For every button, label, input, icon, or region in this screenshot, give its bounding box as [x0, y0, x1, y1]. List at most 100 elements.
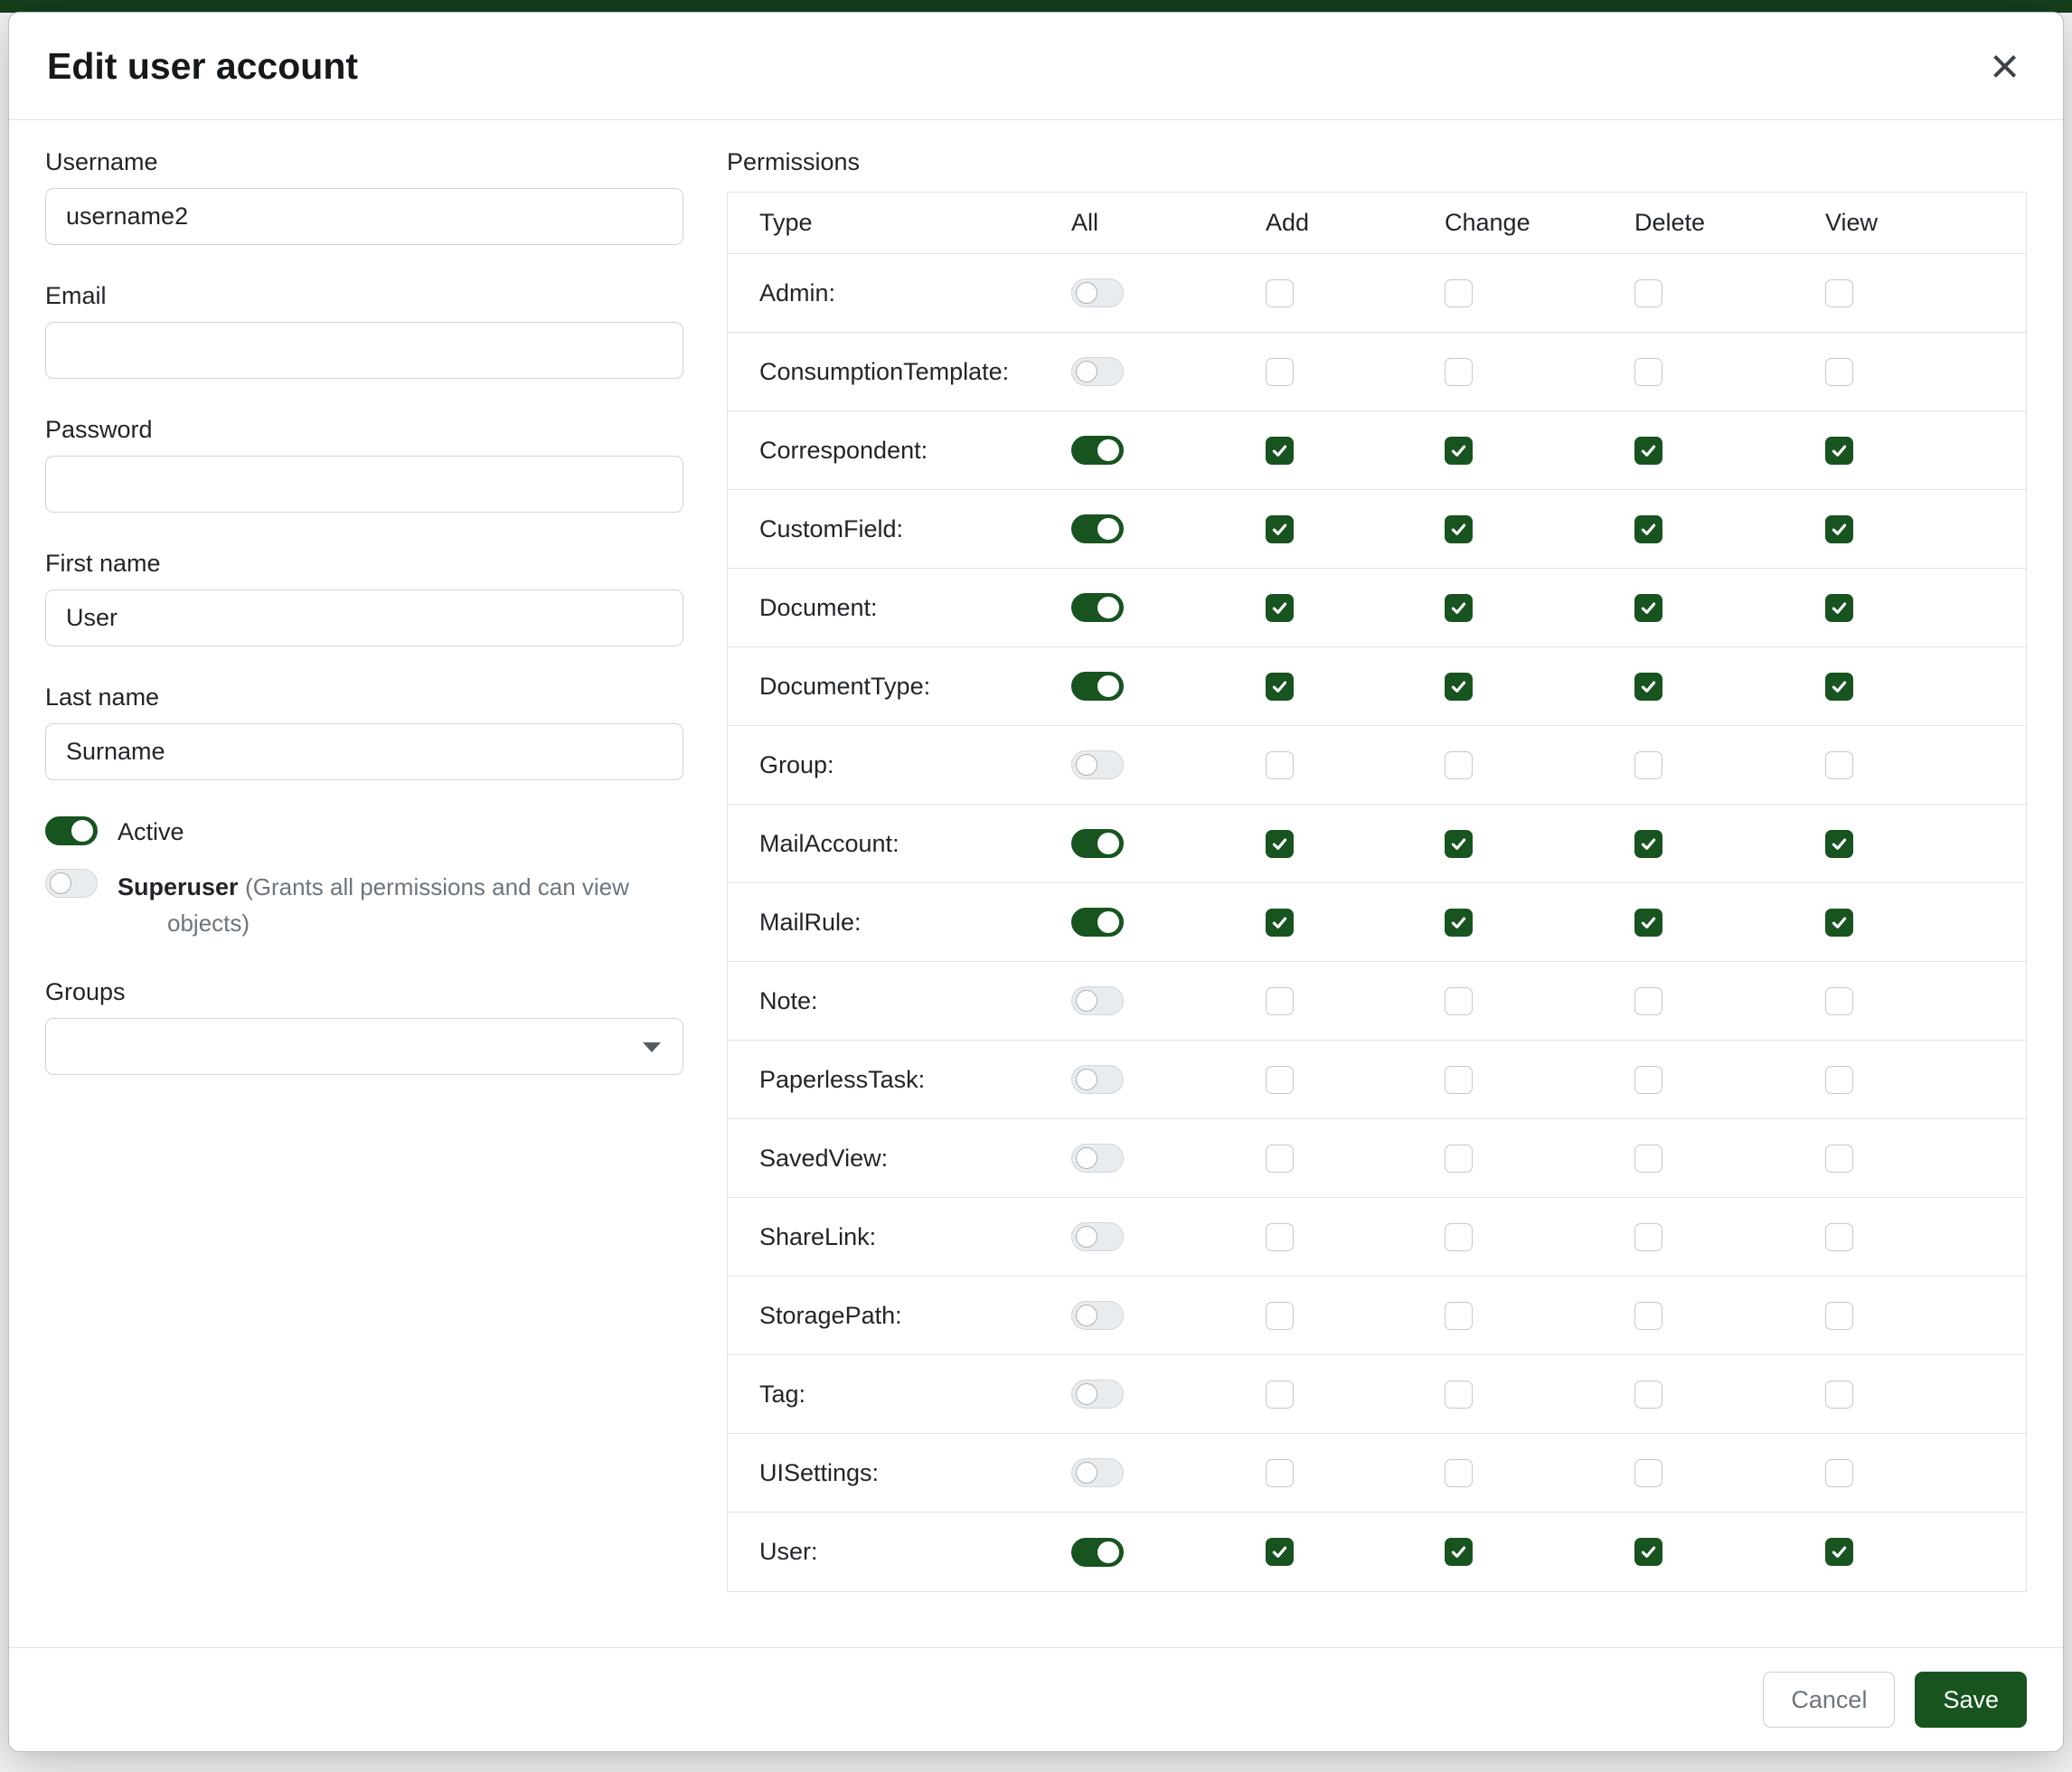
permission-view-checkbox[interactable] — [1825, 1223, 1853, 1251]
permission-delete-checkbox[interactable] — [1634, 1066, 1662, 1094]
permission-change-checkbox[interactable] — [1445, 909, 1473, 937]
permission-all-toggle[interactable] — [1071, 1144, 1124, 1173]
superuser-toggle[interactable] — [45, 869, 98, 898]
permission-all-toggle[interactable] — [1071, 278, 1124, 307]
permission-view-checkbox[interactable] — [1825, 1459, 1853, 1487]
permission-view-checkbox[interactable] — [1825, 1538, 1853, 1566]
save-button[interactable]: Save — [1915, 1672, 2027, 1728]
permission-delete-checkbox[interactable] — [1634, 594, 1662, 622]
permission-change-checkbox[interactable] — [1445, 358, 1473, 386]
permission-all-toggle[interactable] — [1071, 986, 1124, 1015]
permission-add-checkbox[interactable] — [1266, 279, 1294, 307]
email-input[interactable] — [45, 322, 683, 379]
permission-add-checkbox[interactable] — [1266, 515, 1294, 543]
password-input[interactable] — [45, 456, 683, 513]
permission-all-toggle[interactable] — [1071, 593, 1124, 622]
permission-change-checkbox[interactable] — [1445, 1066, 1473, 1094]
permission-add-checkbox[interactable] — [1266, 673, 1294, 701]
permission-add-checkbox[interactable] — [1266, 358, 1294, 386]
permission-all-toggle[interactable] — [1071, 1538, 1124, 1567]
permission-all-toggle[interactable] — [1071, 1065, 1124, 1094]
permission-add-checkbox[interactable] — [1266, 1223, 1294, 1251]
permission-change-checkbox[interactable] — [1445, 279, 1473, 307]
permission-view-checkbox[interactable] — [1825, 909, 1853, 937]
active-toggle[interactable] — [45, 816, 98, 845]
groups-select[interactable] — [45, 1018, 683, 1075]
permission-view-checkbox[interactable] — [1825, 1302, 1853, 1330]
check-icon — [1270, 834, 1289, 853]
permission-delete-checkbox[interactable] — [1634, 515, 1662, 543]
first-name-input[interactable] — [45, 589, 683, 646]
permission-all-toggle[interactable] — [1071, 672, 1124, 701]
cancel-button[interactable]: Cancel — [1763, 1672, 1895, 1728]
permission-change-checkbox[interactable] — [1445, 1145, 1473, 1173]
permission-delete-checkbox[interactable] — [1634, 830, 1662, 858]
permission-view-checkbox[interactable] — [1825, 830, 1853, 858]
permission-change-checkbox[interactable] — [1445, 1302, 1473, 1330]
permission-view-checkbox[interactable] — [1825, 437, 1853, 465]
permission-delete-checkbox[interactable] — [1634, 1223, 1662, 1251]
permission-add-checkbox[interactable] — [1266, 1459, 1294, 1487]
permission-view-checkbox[interactable] — [1825, 515, 1853, 543]
permission-view-checkbox[interactable] — [1825, 1145, 1853, 1173]
permission-all-toggle[interactable] — [1071, 1222, 1124, 1251]
permission-change-checkbox[interactable] — [1445, 751, 1473, 779]
permission-change-checkbox[interactable] — [1445, 1459, 1473, 1487]
toggle-knob — [50, 872, 71, 894]
last-name-input[interactable] — [45, 723, 683, 780]
permission-add-checkbox[interactable] — [1266, 1302, 1294, 1330]
permission-all-toggle[interactable] — [1071, 829, 1124, 858]
username-input[interactable] — [45, 188, 683, 245]
permission-add-checkbox[interactable] — [1266, 1066, 1294, 1094]
permission-change-checkbox[interactable] — [1445, 515, 1473, 543]
permission-all-toggle[interactable] — [1071, 750, 1124, 779]
permission-view-checkbox[interactable] — [1825, 358, 1853, 386]
permission-delete-checkbox[interactable] — [1634, 279, 1662, 307]
permission-add-checkbox[interactable] — [1266, 1381, 1294, 1409]
permission-delete-checkbox[interactable] — [1634, 987, 1662, 1015]
permission-delete-checkbox[interactable] — [1634, 1459, 1662, 1487]
permission-view-checkbox[interactable] — [1825, 751, 1853, 779]
permission-all-toggle[interactable] — [1071, 1380, 1124, 1409]
permission-delete-checkbox[interactable] — [1634, 751, 1662, 779]
permission-delete-checkbox[interactable] — [1634, 1538, 1662, 1566]
permission-add-checkbox[interactable] — [1266, 1145, 1294, 1173]
permission-add-checkbox[interactable] — [1266, 987, 1294, 1015]
permission-change-checkbox[interactable] — [1445, 594, 1473, 622]
permission-delete-checkbox[interactable] — [1634, 358, 1662, 386]
permission-add-checkbox[interactable] — [1266, 594, 1294, 622]
permission-change-checkbox[interactable] — [1445, 1381, 1473, 1409]
permission-delete-checkbox[interactable] — [1634, 1302, 1662, 1330]
permission-delete-checkbox[interactable] — [1634, 1145, 1662, 1173]
permission-add-checkbox[interactable] — [1266, 830, 1294, 858]
permission-view-checkbox[interactable] — [1825, 987, 1853, 1015]
permission-delete-checkbox[interactable] — [1634, 437, 1662, 465]
permission-row: SavedView: — [728, 1119, 2026, 1198]
permission-change-checkbox[interactable] — [1445, 1223, 1473, 1251]
permission-view-checkbox[interactable] — [1825, 594, 1853, 622]
permission-view-checkbox[interactable] — [1825, 1381, 1853, 1409]
permission-row: MailAccount: — [728, 805, 2026, 883]
permission-delete-checkbox[interactable] — [1634, 673, 1662, 701]
permission-add-checkbox[interactable] — [1266, 437, 1294, 465]
permission-change-checkbox[interactable] — [1445, 1538, 1473, 1566]
permission-view-checkbox[interactable] — [1825, 279, 1853, 307]
permission-change-checkbox[interactable] — [1445, 830, 1473, 858]
permission-delete-checkbox[interactable] — [1634, 909, 1662, 937]
permission-change-checkbox[interactable] — [1445, 673, 1473, 701]
permission-change-checkbox[interactable] — [1445, 987, 1473, 1015]
permission-all-toggle[interactable] — [1071, 908, 1124, 937]
permission-change-checkbox[interactable] — [1445, 437, 1473, 465]
permission-add-checkbox[interactable] — [1266, 751, 1294, 779]
permission-all-toggle[interactable] — [1071, 1458, 1124, 1487]
permission-delete-checkbox[interactable] — [1634, 1381, 1662, 1409]
permission-all-toggle[interactable] — [1071, 514, 1124, 543]
permission-add-checkbox[interactable] — [1266, 909, 1294, 937]
permission-add-checkbox[interactable] — [1266, 1538, 1294, 1566]
permission-all-toggle[interactable] — [1071, 357, 1124, 386]
permission-all-toggle[interactable] — [1071, 1301, 1124, 1330]
close-button[interactable]: × — [1984, 43, 2025, 89]
permission-view-checkbox[interactable] — [1825, 673, 1853, 701]
permission-view-checkbox[interactable] — [1825, 1066, 1853, 1094]
permission-all-toggle[interactable] — [1071, 436, 1124, 465]
